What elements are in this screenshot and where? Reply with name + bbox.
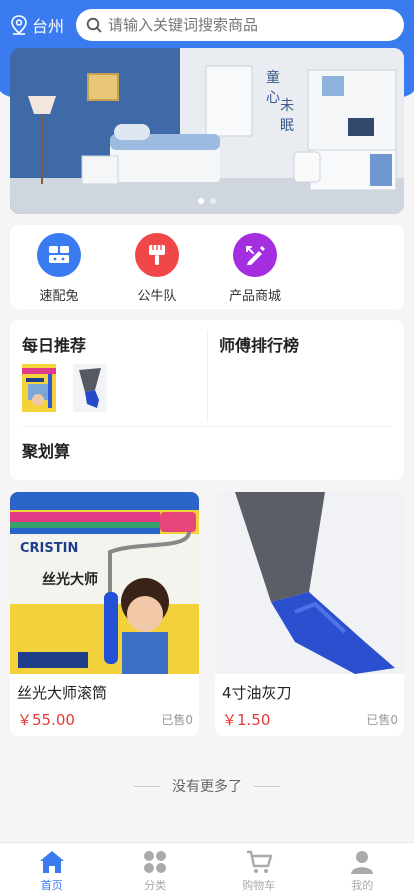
tab-label: 首页 <box>40 879 63 892</box>
paint-brush-icon <box>135 233 179 277</box>
category-icon <box>144 851 167 873</box>
quick-link-label: 产品商城 <box>228 289 281 304</box>
product-image <box>215 492 404 674</box>
product-sold-count: 已售0 <box>161 713 193 727</box>
divider <box>134 785 160 787</box>
user-icon <box>351 851 374 874</box>
quick-links-panel: 速配兔 公牛队 产品商城 <box>10 225 404 309</box>
tab-category[interactable]: 分类 <box>104 843 208 896</box>
tab-cart[interactable]: 购物车 <box>207 843 311 896</box>
product-card[interactable]: CRISTIN 丝光大师 丝光大师滚筒 ￥55.00 已售0 <box>10 492 199 736</box>
svg-text:心: 心 <box>266 90 280 106</box>
carousel-dot[interactable] <box>198 198 204 204</box>
product-name: 丝光大师滚筒 <box>17 684 108 702</box>
quick-link-gongniudui[interactable]: 公牛队 <box>108 233 206 309</box>
product-card[interactable]: 4寸油灰刀 ￥1.50 已售0 <box>215 492 404 736</box>
grid-box-icon <box>37 233 81 277</box>
tab-label: 我的 <box>351 879 374 892</box>
no-more-indicator: 没有更多了 <box>0 776 414 796</box>
tab-label: 购物车 <box>242 879 276 892</box>
home-icon <box>39 851 64 873</box>
svg-text:未: 未 <box>280 98 294 114</box>
quick-link-supeitu[interactable]: 速配兔 <box>10 233 108 309</box>
location-pin-icon <box>11 15 27 35</box>
product-price: ￥1.50 <box>222 711 271 729</box>
no-more-text: 没有更多了 <box>172 779 242 795</box>
quick-link-label: 公牛队 <box>137 289 177 304</box>
daily-product-thumb[interactable] <box>22 364 56 412</box>
search-box[interactable] <box>76 9 404 41</box>
search-icon <box>86 17 102 33</box>
daily-product-thumb[interactable] <box>73 364 107 412</box>
recommend-panel: 每日推荐 师傅排行榜 聚划算 <box>10 320 404 480</box>
product-name: 4寸油灰刀 <box>222 684 292 702</box>
quick-link-product-mall[interactable]: 产品商城 <box>206 233 304 309</box>
deal-title[interactable]: 聚划算 <box>22 438 70 462</box>
product-sold-count: 已售0 <box>366 713 398 727</box>
divider <box>254 785 280 787</box>
search-input[interactable] <box>108 16 368 34</box>
tab-label: 分类 <box>144 879 167 892</box>
banner-image: 童 心 未 眠 <box>10 48 404 214</box>
product-price: ￥55.00 <box>17 711 75 729</box>
carousel-dots <box>10 198 404 204</box>
svg-text:童: 童 <box>266 69 280 86</box>
product-image: CRISTIN 丝光大师 <box>10 492 199 674</box>
putty-knife-image <box>73 364 107 412</box>
roller-product-image <box>22 364 56 412</box>
product-pack-text: 丝光大师 <box>42 571 98 588</box>
carousel-dot[interactable] <box>210 198 216 204</box>
svg-text:眠: 眠 <box>280 118 294 134</box>
location-selector[interactable]: 台州 <box>10 13 76 37</box>
banner-carousel[interactable]: 童 心 未 眠 <box>10 48 404 214</box>
quick-link-label: 速配兔 <box>39 289 79 304</box>
daily-recommend-title[interactable]: 每日推荐 <box>22 332 86 356</box>
bottom-tab-bar: 首页 分类 购物车 我的 <box>0 842 414 896</box>
tab-home[interactable]: 首页 <box>0 843 104 896</box>
location-label: 台州 <box>32 17 65 36</box>
pencil-ruler-icon <box>233 233 277 277</box>
master-ranking-title[interactable]: 师傅排行榜 <box>219 332 299 356</box>
tab-profile[interactable]: 我的 <box>311 843 414 896</box>
divider <box>207 330 208 422</box>
divider <box>22 426 392 427</box>
top-bar: 台州 <box>0 0 414 50</box>
product-brand-text: CRISTIN <box>20 541 78 556</box>
cart-icon <box>246 850 272 873</box>
